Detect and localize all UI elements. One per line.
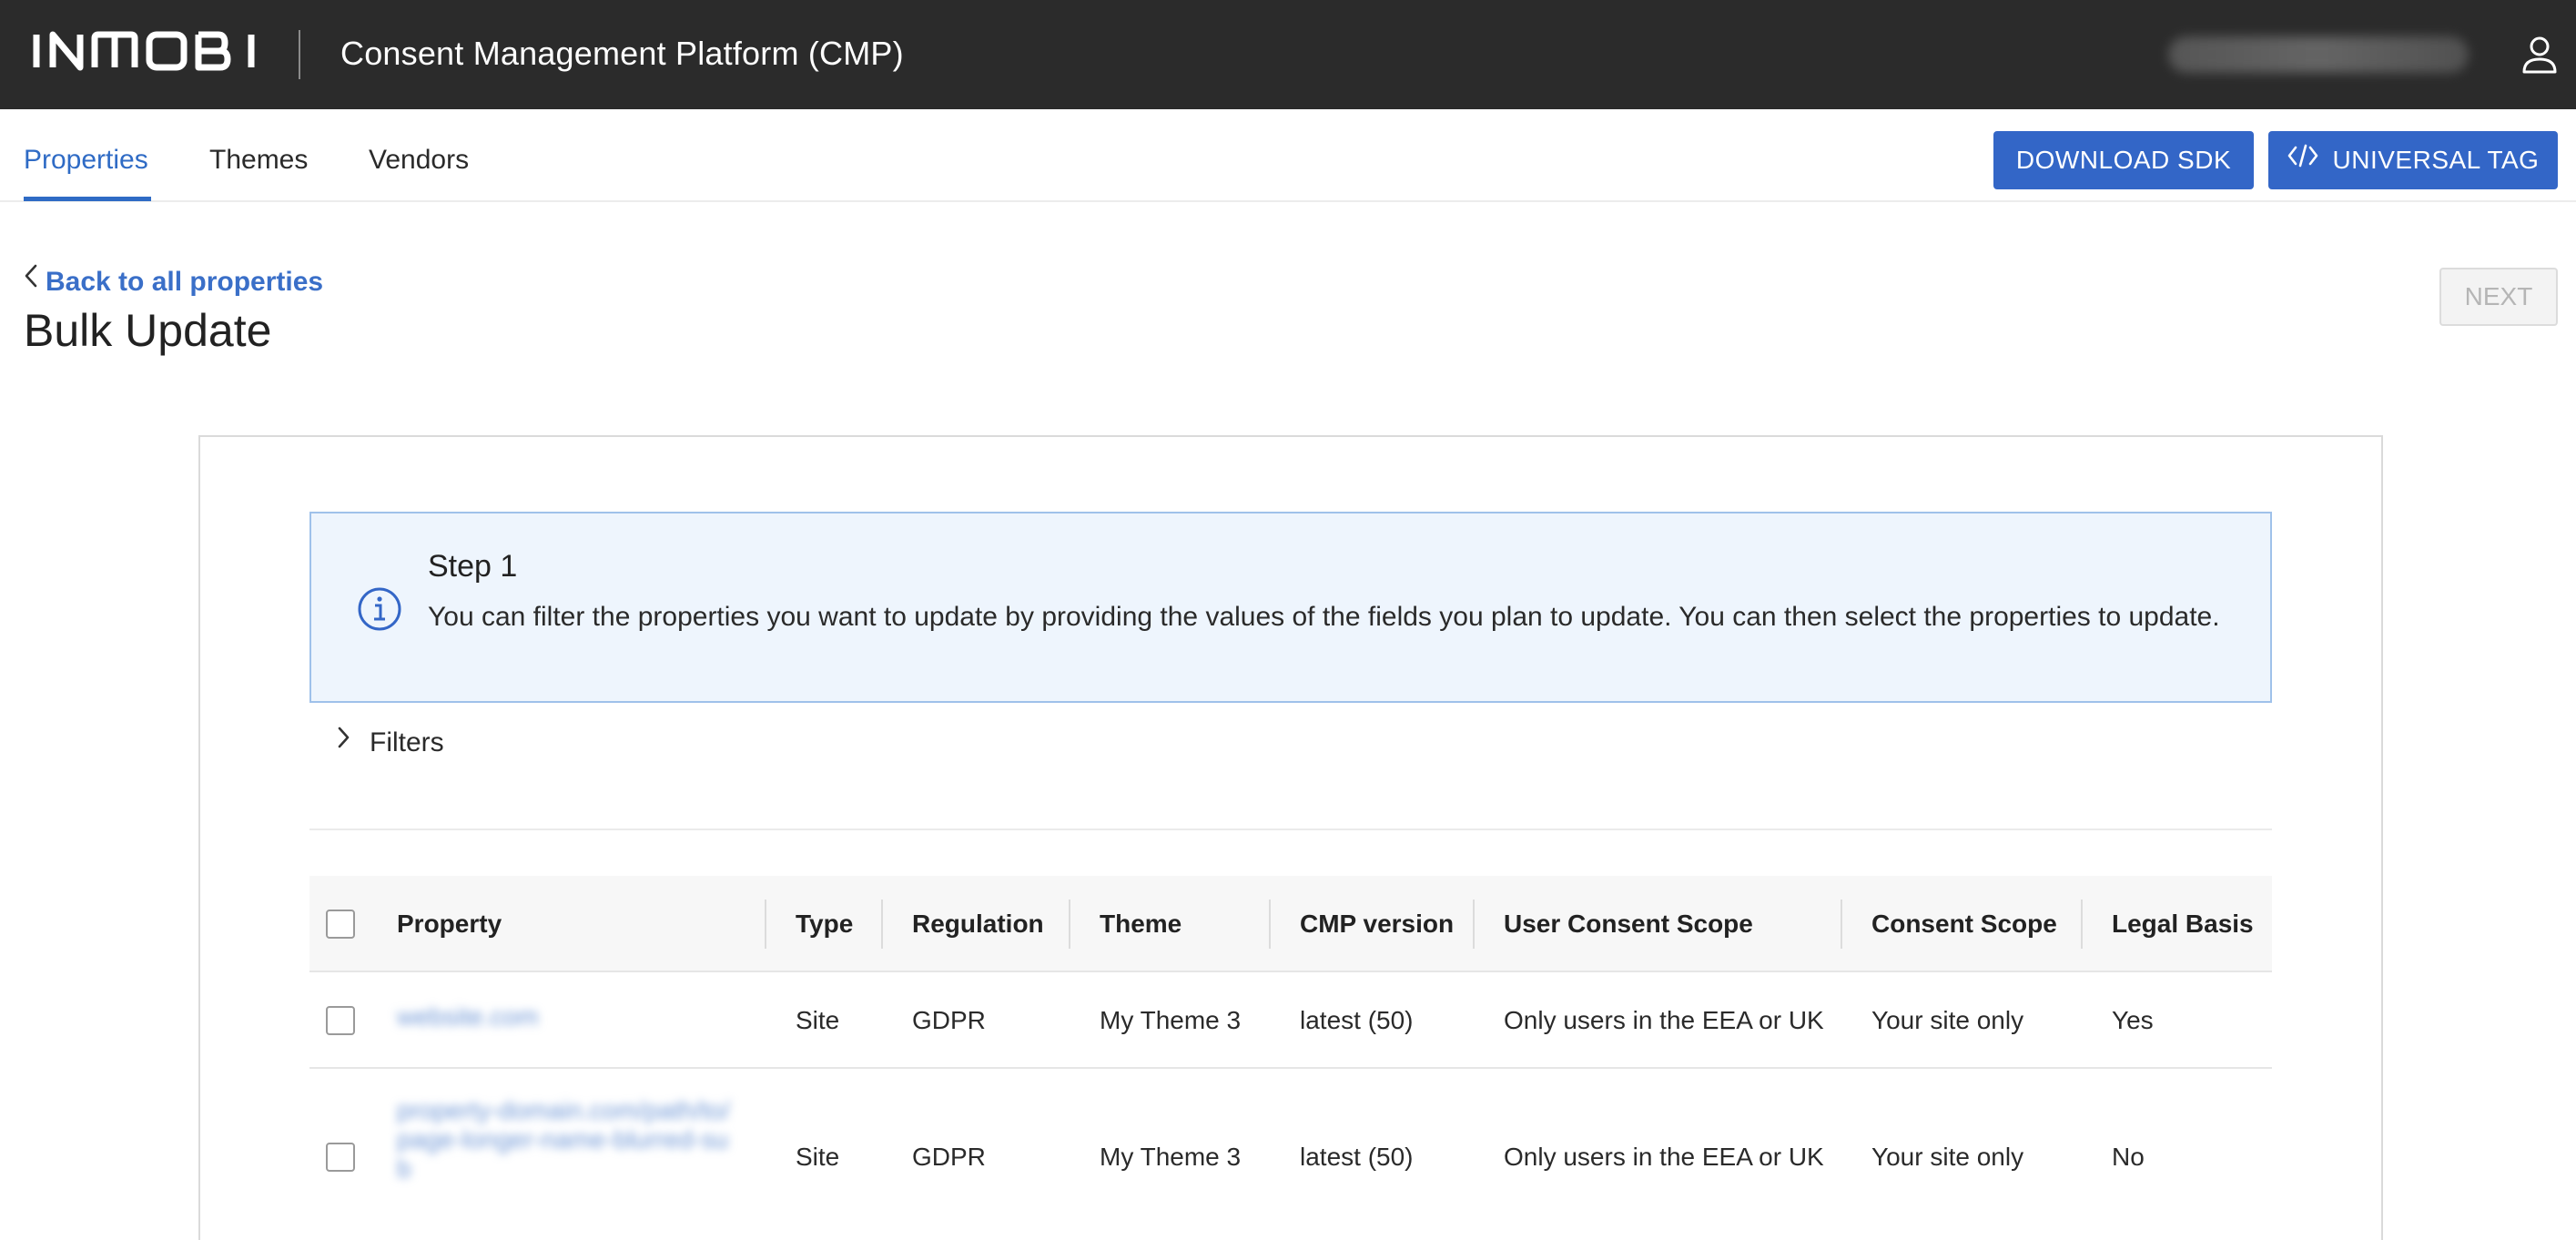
- table-row[interactable]: property-domain.com/path/to/page-longer-…: [309, 1069, 2272, 1240]
- download-sdk-label: DOWNLOAD SDK: [2015, 146, 2232, 174]
- cell-regulation: GDPR: [912, 1006, 986, 1034]
- column-divider: [881, 900, 883, 949]
- back-to-properties-link[interactable]: Back to all properties: [24, 264, 323, 300]
- tab-vendors[interactable]: Vendors: [369, 142, 469, 178]
- step-info-box: Step 1 You can filter the properties you…: [309, 512, 2272, 703]
- column-header-theme[interactable]: Theme: [1100, 876, 1182, 972]
- bulk-update-card: Step 1 You can filter the properties you…: [198, 435, 2383, 1240]
- app-title: Consent Management Platform (CMP): [340, 35, 904, 72]
- column-header-legal-basis[interactable]: Legal Basis: [2112, 876, 2254, 972]
- cell-theme: My Theme 3: [1100, 1143, 1242, 1171]
- universal-tag-label: UNIVERSAL TAG: [2332, 146, 2540, 174]
- filters-toggle[interactable]: Filters: [337, 725, 444, 761]
- user-icon[interactable]: [2521, 35, 2558, 75]
- column-header-cmp-version[interactable]: CMP version: [1300, 876, 1454, 972]
- tab-properties[interactable]: Properties: [24, 142, 148, 178]
- column-divider: [1841, 900, 1842, 949]
- cell-legal-basis: Yes: [2112, 1006, 2154, 1034]
- properties-table: Property Type Regulation Theme CMP versi…: [309, 876, 2272, 1240]
- cell-theme: My Theme 3: [1100, 1006, 1242, 1034]
- user-email-blurred: [2168, 36, 2469, 73]
- column-header-consent-scope[interactable]: Consent Scope: [1871, 876, 2057, 972]
- column-divider: [1269, 900, 1271, 949]
- cell-consent-scope: Your site only: [1871, 1006, 2024, 1034]
- page-title: Bulk Update: [24, 305, 272, 356]
- section-divider: [309, 828, 2272, 830]
- table-row[interactable]: website.com Site GDPR My Theme 3 latest …: [309, 972, 2272, 1069]
- cell-type: Site: [796, 1143, 840, 1171]
- select-all-checkbox[interactable]: [326, 910, 355, 939]
- info-icon: [357, 586, 402, 632]
- table-header: Property Type Regulation Theme CMP versi…: [309, 876, 2272, 972]
- column-header-type[interactable]: Type: [796, 876, 853, 972]
- download-sdk-button[interactable]: DOWNLOAD SDK: [1993, 131, 2254, 189]
- column-divider: [1473, 900, 1475, 949]
- column-divider: [1069, 900, 1070, 949]
- back-link-label: Back to all properties: [46, 267, 324, 297]
- cell-cmp-version: latest (50): [1300, 1143, 1414, 1171]
- code-icon: [2287, 131, 2318, 189]
- row-checkbox[interactable]: [326, 1143, 355, 1172]
- universal-tag-button[interactable]: UNIVERSAL TAG: [2268, 131, 2558, 189]
- tab-themes[interactable]: Themes: [209, 142, 308, 178]
- filters-label: Filters: [370, 727, 444, 757]
- step-description: You can filter the properties you want t…: [428, 602, 2220, 632]
- cell-cmp-version: latest (50): [1300, 1006, 1414, 1034]
- column-header-user-consent-scope[interactable]: User Consent Scope: [1504, 876, 1753, 972]
- column-divider: [765, 900, 766, 949]
- cell-user-consent-scope: Only users in the EEA or UK: [1504, 1143, 1824, 1171]
- active-tab-indicator: [24, 197, 151, 201]
- cell-type: Site: [796, 1006, 840, 1034]
- row-checkbox[interactable]: [326, 1006, 355, 1035]
- chevron-left-icon: [24, 262, 38, 299]
- next-button[interactable]: NEXT: [2439, 268, 2558, 326]
- property-link[interactable]: property-domain.com/path/to/page-longer-…: [397, 1096, 734, 1184]
- cell-consent-scope: Your site only: [1871, 1143, 2024, 1171]
- cell-legal-basis: No: [2112, 1143, 2145, 1171]
- column-header-regulation[interactable]: Regulation: [912, 876, 1044, 972]
- cell-regulation: GDPR: [912, 1143, 986, 1171]
- column-divider: [2081, 900, 2083, 949]
- nav-tabs: Properties Themes Vendors DOWNLOAD SDK U…: [0, 109, 2576, 202]
- step-title: Step 1: [428, 549, 518, 584]
- column-header-property[interactable]: Property: [397, 876, 502, 972]
- property-link[interactable]: website.com: [397, 1002, 570, 1032]
- chevron-right-icon: [337, 723, 350, 759]
- header-divider: [299, 30, 300, 79]
- top-bar: Consent Management Platform (CMP): [0, 0, 2576, 109]
- cell-user-consent-scope: Only users in the EEA or UK: [1504, 1006, 1824, 1034]
- inmobi-logo[interactable]: [33, 27, 260, 78]
